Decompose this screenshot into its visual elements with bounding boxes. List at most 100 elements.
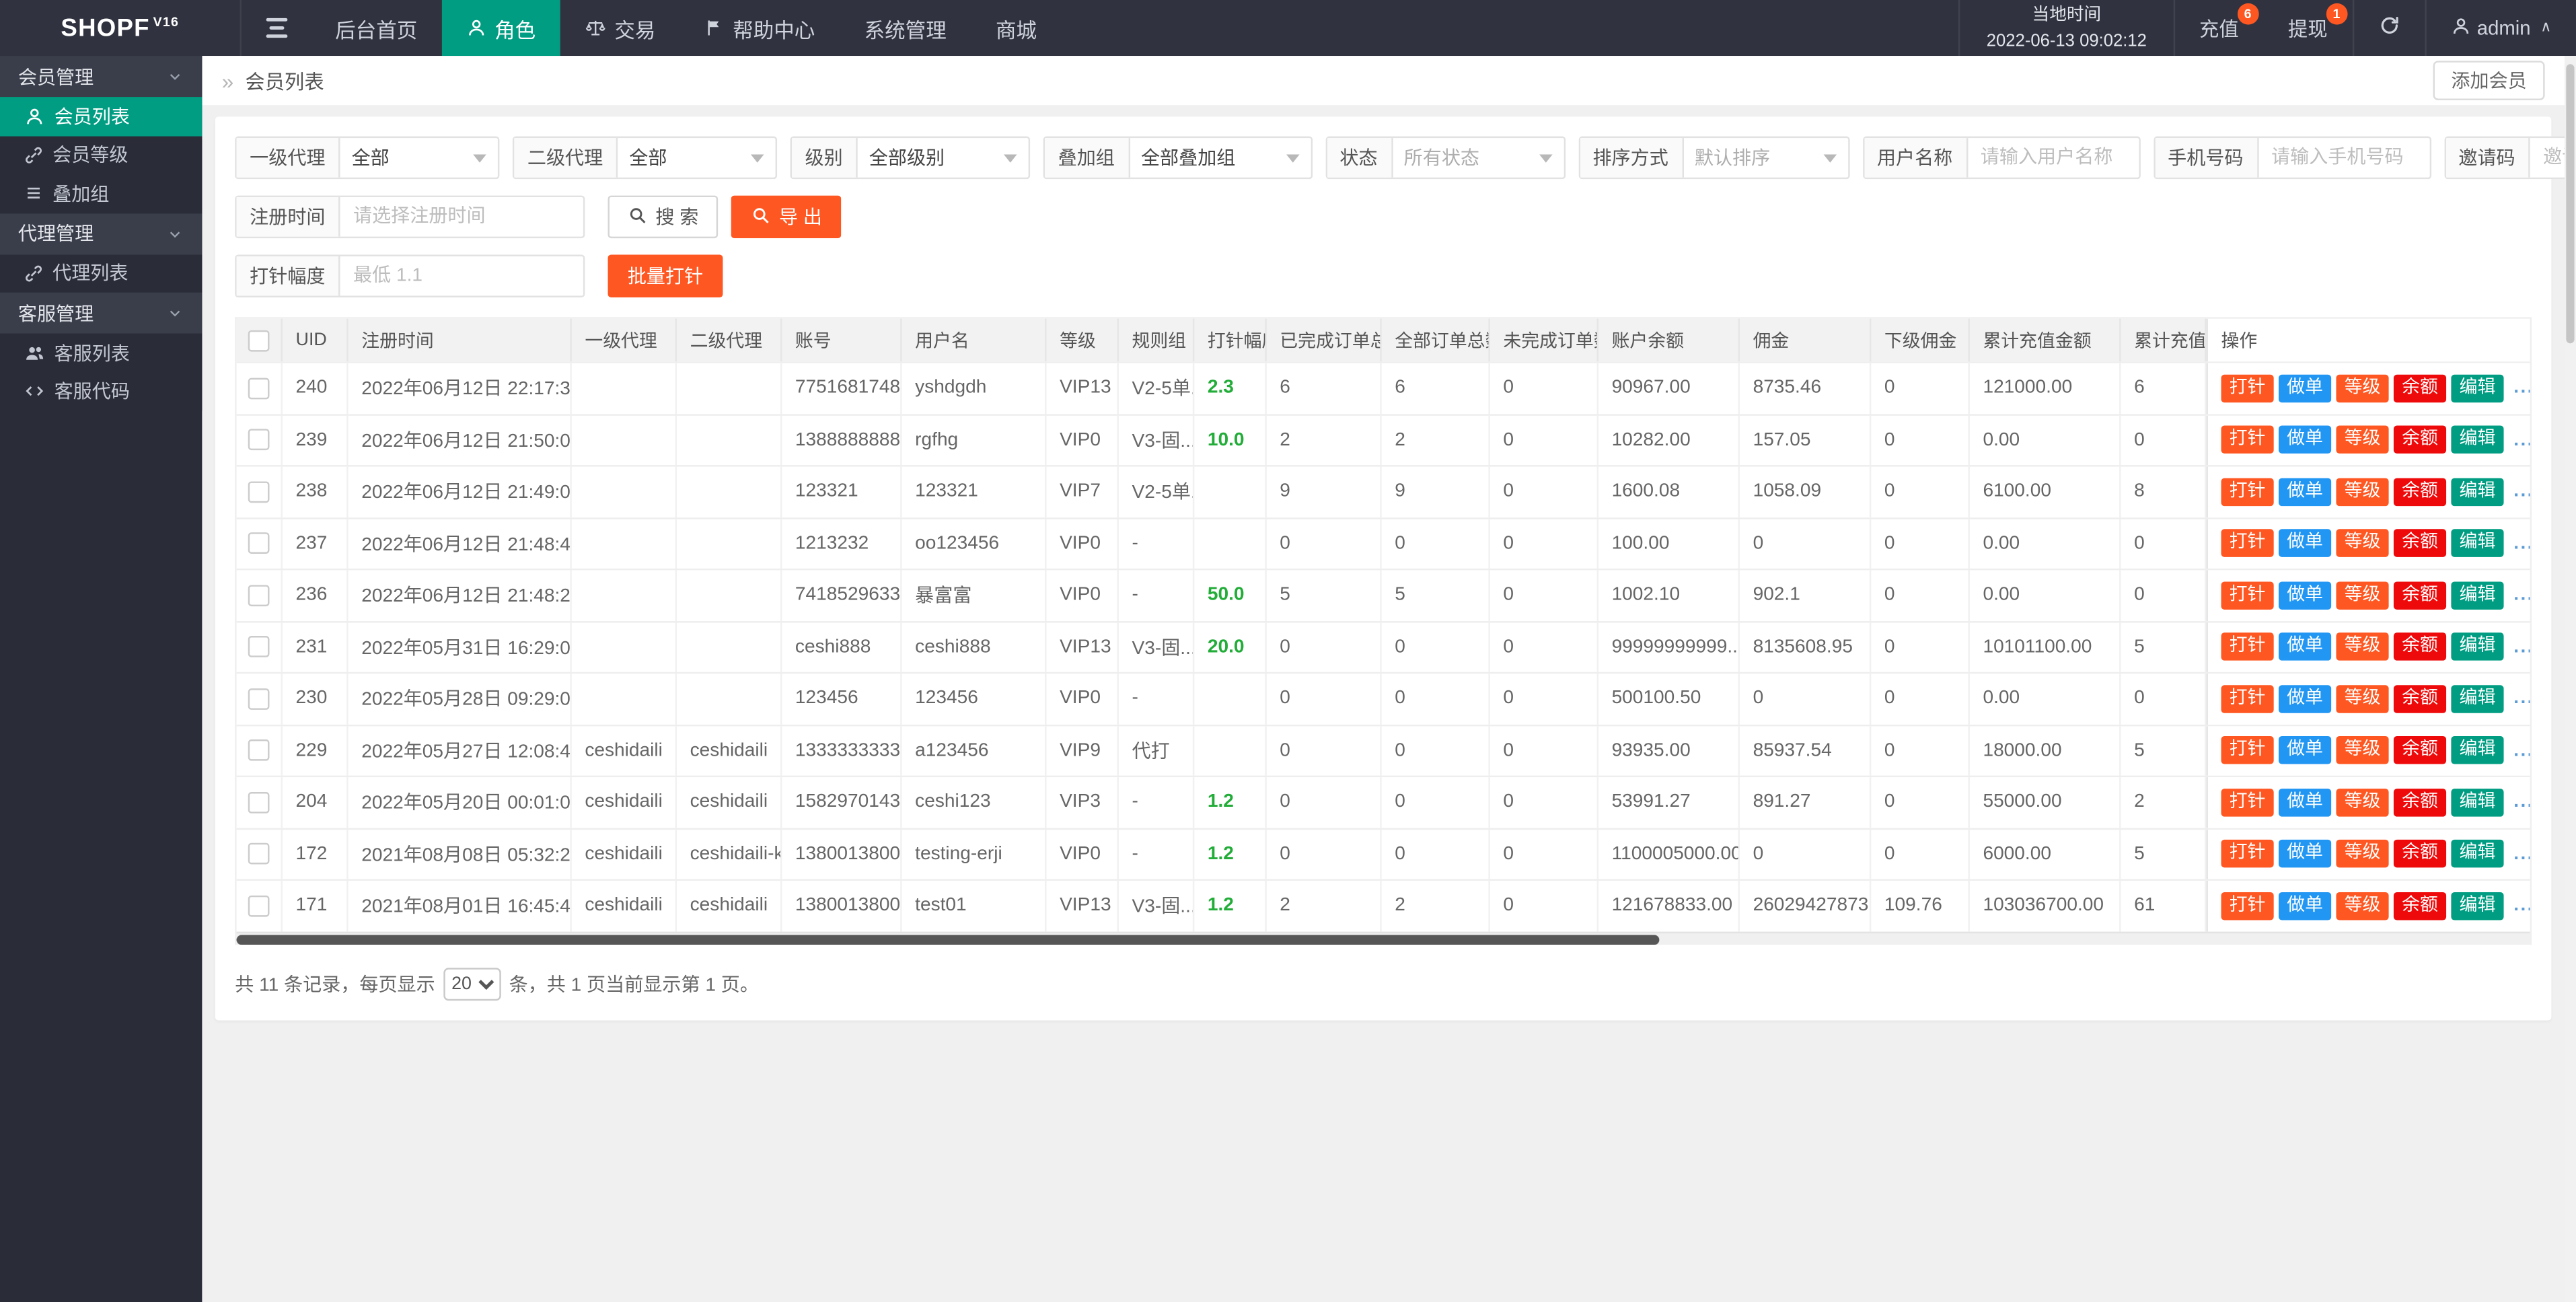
sidebar-item-service-code[interactable]: 客服代码 [0,372,202,410]
filter-level-select[interactable]: 全部级别 [858,138,1029,178]
edit-button[interactable]: 编辑 [2451,426,2503,454]
balance-button[interactable]: 余额 [2394,840,2446,868]
edit-button[interactable]: 编辑 [2451,737,2503,765]
recharge-button[interactable]: 充值 6 [2174,0,2263,56]
sidebar-item-stack-group[interactable]: 叠加组 [0,174,202,213]
page-size-select[interactable]: 20 [443,967,501,1000]
balance-button[interactable]: 余额 [2394,633,2446,661]
order-button[interactable]: 做单 [2279,530,2331,558]
balance-button[interactable]: 余额 [2394,478,2446,506]
level-button[interactable]: 等级 [2336,426,2388,454]
row-checkbox[interactable] [248,791,270,813]
filter-phone-input[interactable] [2258,138,2429,178]
topbar-menu-mall[interactable]: 商城 [971,0,1061,56]
level-button[interactable]: 等级 [2336,840,2388,868]
row-checkbox[interactable] [248,377,270,399]
balance-button[interactable]: 余额 [2394,737,2446,765]
level-button[interactable]: 等级 [2336,737,2388,765]
search-button[interactable]: 搜 索 [608,196,719,238]
balance-button[interactable]: 余额 [2394,685,2446,713]
level-button[interactable]: 等级 [2336,892,2388,920]
horizontal-scrollbar[interactable] [237,931,2530,944]
row-checkbox[interactable] [248,895,270,916]
order-button[interactable]: 做单 [2279,426,2331,454]
more-actions-button[interactable]: ... [2513,741,2530,760]
edit-button[interactable]: 编辑 [2451,633,2503,661]
inject-button[interactable]: 打针 [2221,374,2274,402]
row-checkbox[interactable] [248,429,270,451]
more-actions-button[interactable]: ... [2513,585,2530,605]
topbar-menu-system[interactable]: 系统管理 [840,0,971,56]
row-checkbox[interactable] [248,637,270,658]
user-menu[interactable]: admin ∧ [2425,0,2576,56]
level-button[interactable]: 等级 [2336,374,2388,402]
edit-button[interactable]: 编辑 [2451,478,2503,506]
filter-username-input[interactable] [1967,138,2138,178]
level-button[interactable]: 等级 [2336,789,2388,817]
topbar-menu-home[interactable]: 后台首页 [311,0,442,56]
level-button[interactable]: 等级 [2336,581,2388,610]
more-actions-button[interactable]: ... [2513,637,2530,657]
register-time-input[interactable] [340,197,583,237]
refresh-button[interactable] [2352,0,2424,56]
sidebar-item-member-list[interactable]: 会员列表 [0,97,202,135]
horizontal-scrollbar-thumb[interactable] [237,934,1659,944]
order-button[interactable]: 做单 [2279,892,2331,920]
edit-button[interactable]: 编辑 [2451,685,2503,713]
filter-group-select[interactable]: 全部叠加组 [1130,138,1311,178]
order-button[interactable]: 做单 [2279,478,2331,506]
order-button[interactable]: 做单 [2279,840,2331,868]
withdraw-button[interactable]: 提现 1 [2263,0,2352,56]
more-actions-button[interactable]: ... [2513,844,2530,864]
balance-button[interactable]: 余额 [2394,789,2446,817]
level-button[interactable]: 等级 [2336,530,2388,558]
edit-button[interactable]: 编辑 [2451,374,2503,402]
inject-button[interactable]: 打针 [2221,789,2274,817]
more-actions-button[interactable]: ... [2513,793,2530,812]
batch-inject-button[interactable]: 批量打针 [608,255,723,297]
edit-button[interactable]: 编辑 [2451,581,2503,610]
edit-button[interactable]: 编辑 [2451,892,2503,920]
sidebar-item-member-level[interactable]: 会员等级 [0,135,202,174]
level-button[interactable]: 等级 [2336,633,2388,661]
inject-button[interactable]: 打针 [2221,892,2274,920]
row-checkbox[interactable] [248,481,270,503]
level-button[interactable]: 等级 [2336,685,2388,713]
order-button[interactable]: 做单 [2279,789,2331,817]
row-checkbox[interactable] [248,533,270,554]
inject-button[interactable]: 打针 [2221,840,2274,868]
edit-button[interactable]: 编辑 [2451,840,2503,868]
vertical-scrollbar-thumb[interactable] [2566,64,2574,343]
more-actions-button[interactable]: ... [2513,689,2530,709]
more-actions-button[interactable]: ... [2513,430,2530,449]
sidebar-item-service-list[interactable]: 客服列表 [0,334,202,372]
balance-button[interactable]: 余额 [2394,374,2446,402]
more-actions-button[interactable]: ... [2513,378,2530,398]
sidebar-toggle-button[interactable] [242,0,311,56]
filter-agent2-select[interactable]: 全部 [618,138,775,178]
inject-button[interactable]: 打针 [2221,478,2274,506]
inject-button[interactable]: 打针 [2221,581,2274,610]
level-button[interactable]: 等级 [2336,478,2388,506]
inject-button[interactable]: 打针 [2221,426,2274,454]
balance-button[interactable]: 余额 [2394,530,2446,558]
edit-button[interactable]: 编辑 [2451,789,2503,817]
sidebar-group-member-management[interactable]: 会员管理 [0,56,202,97]
topbar-menu-trade[interactable]: 交易 [560,0,680,56]
filter-status-select[interactable]: 所有状态 [1393,138,1563,178]
row-checkbox[interactable] [248,688,270,710]
sidebar-group-service-management[interactable]: 客服管理 [0,293,202,334]
export-button[interactable]: 导 出 [731,196,842,238]
more-actions-button[interactable]: ... [2513,534,2530,553]
order-button[interactable]: 做单 [2279,374,2331,402]
order-button[interactable]: 做单 [2279,581,2331,610]
topbar-menu-role[interactable]: 角色 [442,0,560,56]
inject-button[interactable]: 打针 [2221,530,2274,558]
add-member-button[interactable]: 添加会员 [2433,61,2545,100]
order-button[interactable]: 做单 [2279,633,2331,661]
sidebar-group-agent-management[interactable]: 代理管理 [0,213,202,254]
inject-button[interactable]: 打针 [2221,633,2274,661]
inject-range-input[interactable] [340,256,583,296]
filter-agent1-select[interactable]: 全部 [340,138,497,178]
filter-sort-select[interactable]: 默认排序 [1683,138,1847,178]
